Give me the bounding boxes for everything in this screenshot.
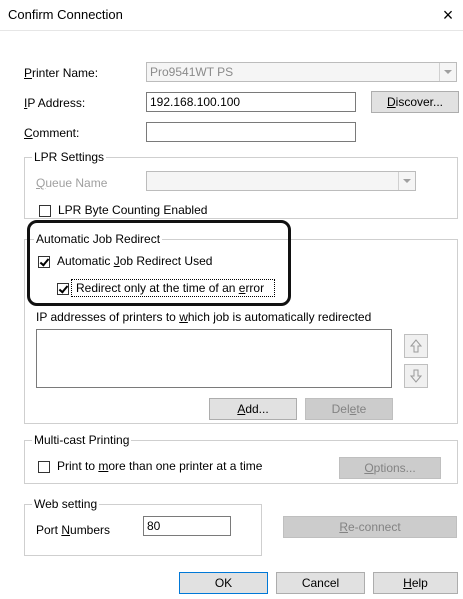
printer-name-label: Printer Name: bbox=[24, 66, 99, 80]
ip-address-value: 192.168.100.100 bbox=[150, 95, 241, 109]
arrow-down-icon bbox=[409, 369, 423, 383]
port-numbers-input[interactable]: 80 bbox=[143, 516, 231, 536]
printer-name-select[interactable]: Pro9541WT PS bbox=[146, 62, 457, 82]
queue-name-label: Queue Name bbox=[36, 176, 108, 190]
confirm-connection-dialog: Confirm Connection × Printer Name: Pro95… bbox=[0, 0, 463, 599]
help-button[interactable]: Help bbox=[373, 572, 458, 594]
multicast-checkbox-label: Print to more than one printer at a time bbox=[57, 459, 263, 473]
cancel-button[interactable]: Cancel bbox=[276, 572, 365, 594]
ip-address-input[interactable]: 192.168.100.100 bbox=[146, 92, 356, 112]
reconnect-button[interactable]: Re-connect bbox=[283, 516, 457, 538]
close-icon[interactable]: × bbox=[433, 0, 463, 30]
printer-name-label-text: rinter Name: bbox=[32, 66, 99, 80]
lpr-byte-counting-checkbox[interactable] bbox=[39, 205, 51, 217]
title-bar: Confirm Connection × bbox=[0, 0, 463, 31]
dialog-title: Confirm Connection bbox=[8, 7, 123, 22]
add-button[interactable]: Add... bbox=[209, 398, 297, 420]
delete-button[interactable]: Delete bbox=[305, 398, 393, 420]
move-up-button[interactable] bbox=[404, 334, 428, 358]
port-numbers-label: Port Numbers bbox=[36, 523, 111, 537]
arrow-up-icon bbox=[409, 339, 423, 353]
comment-label: Comment: bbox=[24, 126, 80, 140]
comment-input[interactable] bbox=[146, 122, 356, 142]
move-down-button[interactable] bbox=[404, 364, 428, 388]
ok-button[interactable]: OK bbox=[179, 572, 268, 594]
chevron-down-icon bbox=[439, 63, 456, 81]
printer-name-value: Pro9541WT PS bbox=[150, 65, 234, 79]
lpr-byte-counting-label: LPR Byte Counting Enabled bbox=[58, 203, 208, 217]
redirect-printers-list[interactable] bbox=[36, 329, 392, 388]
highlight-frame bbox=[27, 220, 291, 306]
options-button[interactable]: Options... bbox=[339, 457, 441, 479]
multicast-printing-title: Multi-cast Printing bbox=[32, 433, 132, 447]
chevron-down-icon bbox=[398, 172, 415, 190]
multicast-checkbox[interactable] bbox=[38, 461, 50, 473]
lpr-settings-title: LPR Settings bbox=[32, 150, 107, 164]
web-setting-title: Web setting bbox=[32, 497, 100, 511]
ip-address-label: IP Address: bbox=[24, 96, 86, 110]
port-numbers-value: 80 bbox=[147, 519, 161, 533]
discover-button[interactable]: Discover... bbox=[371, 91, 459, 113]
redirect-list-label: IP addresses of printers to which job is… bbox=[36, 310, 372, 324]
queue-name-select[interactable] bbox=[146, 171, 416, 191]
